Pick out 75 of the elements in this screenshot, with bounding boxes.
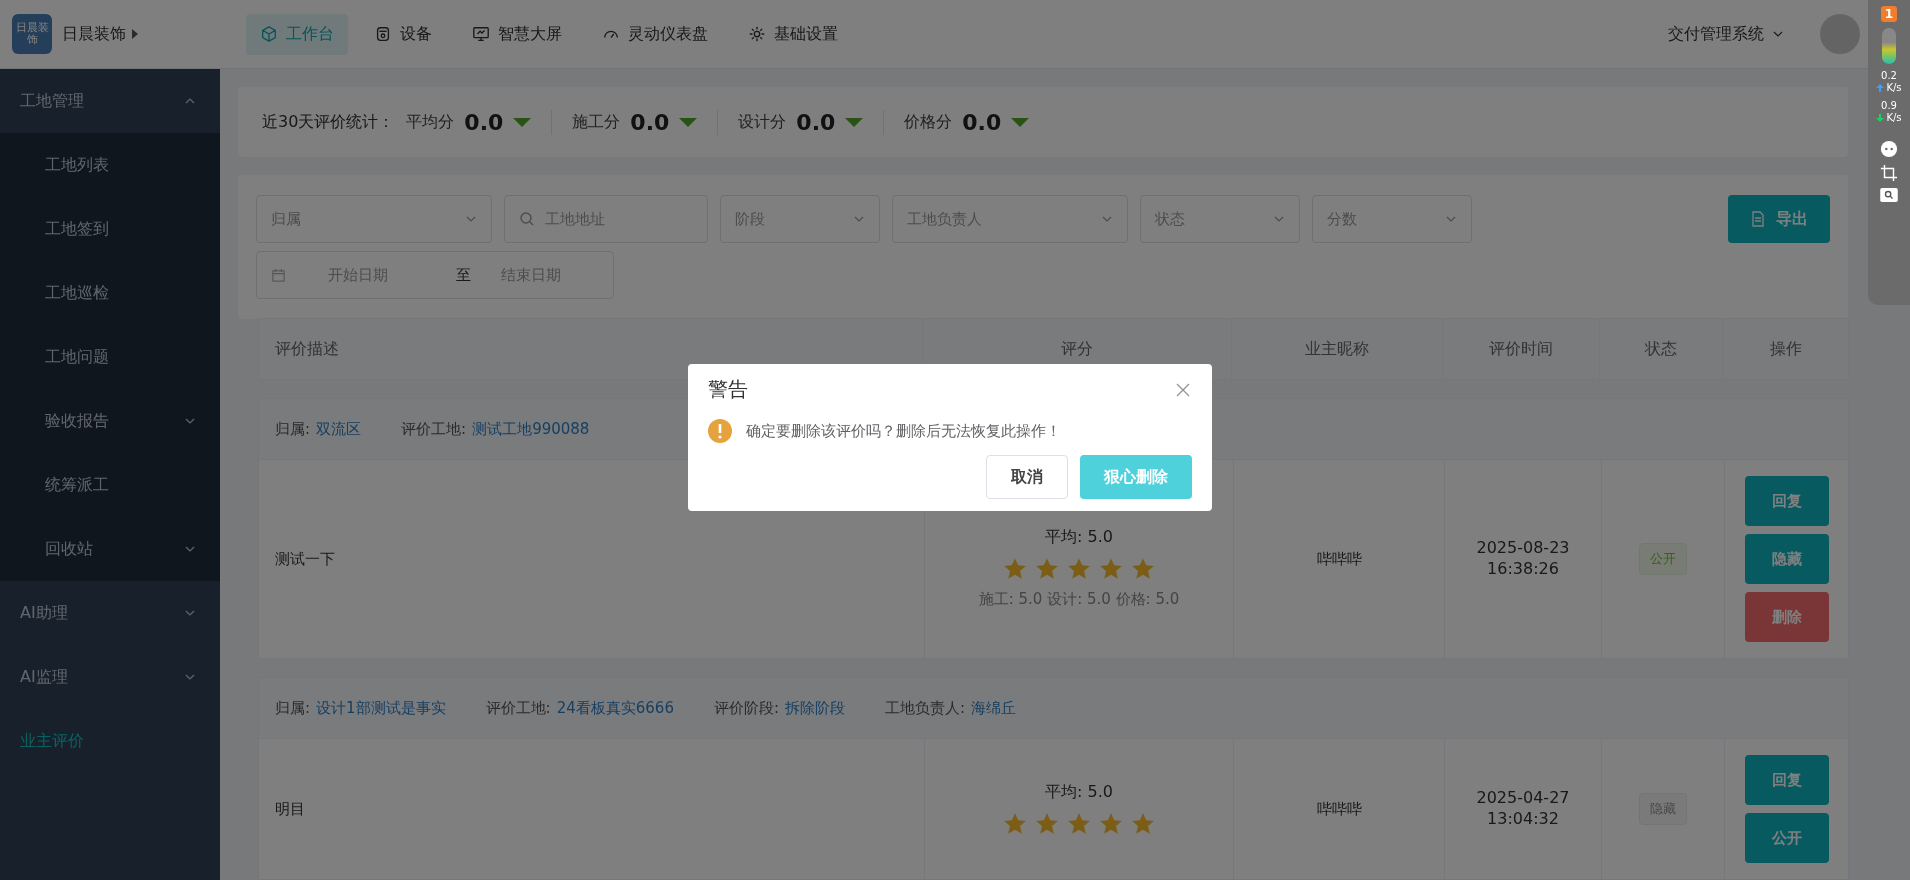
sidebar-subitem[interactable]: 统筹派工: [0, 453, 220, 517]
up-arrow-icon: [1876, 84, 1885, 92]
cube-icon: [260, 25, 278, 43]
confirm-delete-button[interactable]: 狠心删除: [1080, 455, 1192, 499]
status-tag: 公开: [1639, 543, 1687, 575]
description-cell: 测试一下: [275, 549, 335, 569]
search-icon: [519, 211, 535, 227]
crop-icon[interactable]: [1880, 164, 1898, 182]
average-score: 平均: 5.0: [1045, 781, 1113, 803]
nav-tab[interactable]: 工作台: [246, 13, 348, 55]
stat-label: 价格分: [904, 111, 953, 133]
stat-label: 施工分: [572, 111, 621, 133]
nickname-cell: 哔哔哔: [1316, 549, 1362, 569]
nav-tab[interactable]: 智慧大屏: [458, 13, 576, 55]
export-button[interactable]: 导出: [1728, 195, 1830, 243]
trend-icon: [1011, 117, 1030, 127]
dialog-message: 确定要删除该评价吗？删除后无法恢复此操作！: [746, 421, 1061, 441]
stat-label: 平均分: [406, 111, 455, 133]
stat-value: 0.0: [464, 109, 504, 135]
notification-badge: 1: [1881, 6, 1897, 22]
document-icon: [1750, 211, 1766, 227]
monitor-icon: [472, 25, 490, 43]
date-time-cell: 2025-04-27 13:04:32: [1476, 788, 1570, 830]
chat-icon[interactable]: [1880, 140, 1898, 158]
sidebar-item[interactable]: AI监理: [0, 645, 220, 709]
nav-tab[interactable]: 设备: [360, 13, 446, 55]
trend-icon: [845, 117, 864, 127]
cancel-button[interactable]: 取消: [986, 455, 1068, 499]
speed-unit: K/s: [1886, 112, 1902, 124]
meta-field: 归属: 设计1部测试是事实: [275, 698, 446, 718]
speed-unit: K/s: [1886, 82, 1902, 94]
sidebar-subitem[interactable]: 验收报告: [0, 389, 220, 453]
stat-label: 设计分: [738, 111, 787, 133]
brand-logo: 日晨装饰: [12, 14, 52, 54]
average-score: 平均: 5.0: [1045, 527, 1113, 548]
trend-icon: [513, 117, 532, 127]
sidebar-subitem[interactable]: 工地列表: [0, 133, 220, 197]
action-button[interactable]: 隐藏: [1744, 534, 1829, 584]
stat-value: 0.0: [796, 109, 836, 135]
nav-tab[interactable]: 基础设置: [734, 13, 852, 55]
sidebar-subitem[interactable]: 工地签到: [0, 197, 220, 261]
warning-icon: [708, 419, 732, 443]
download-speed: 0.9: [1881, 100, 1897, 112]
device-icon: [374, 25, 392, 43]
sidebar-subitem[interactable]: 回收站: [0, 517, 220, 581]
action-button[interactable]: 删除: [1744, 592, 1829, 642]
description-cell: 明目: [275, 799, 305, 819]
action-button[interactable]: 回复: [1744, 755, 1829, 805]
meta-field: 工地负责人: 海绵丘: [885, 698, 1017, 718]
sidebar-item[interactable]: AI助理: [0, 581, 220, 645]
sidebar-subitem[interactable]: 工地巡检: [0, 261, 220, 325]
trend-icon: [679, 117, 698, 127]
sidebar-item[interactable]: 业主评价: [0, 709, 220, 773]
meter-icon: [1882, 28, 1896, 64]
sidebar-item[interactable]: 工地管理: [0, 69, 220, 133]
calendar-icon: [271, 267, 286, 283]
action-button[interactable]: 回复: [1744, 476, 1829, 526]
date-time-cell: 2025-08-23 16:38:26: [1476, 538, 1570, 580]
action-button[interactable]: 公开: [1744, 813, 1829, 863]
system-dropdown[interactable]: 交付管理系统: [1662, 22, 1790, 46]
search-icon[interactable]: [1880, 188, 1898, 202]
gear-icon: [748, 25, 766, 43]
stats-title: 近30天评价统计：: [262, 111, 395, 133]
stat-value: 0.0: [630, 109, 670, 135]
upload-speed: 0.2: [1881, 70, 1897, 82]
stat-value: 0.0: [962, 109, 1002, 135]
down-arrow-icon: [1876, 114, 1885, 122]
company-menu[interactable]: 日晨装饰: [62, 23, 138, 45]
meta-field: 评价工地: 24看板真实6666: [485, 698, 674, 718]
sidebar-subitem[interactable]: 工地问题: [0, 325, 220, 389]
meta-field: 评价阶段: 拆除阶段: [713, 698, 845, 718]
nav-tab[interactable]: 灵动仪表盘: [588, 13, 722, 55]
meta-field: 评价工地: 测试工地990088: [401, 419, 590, 439]
meta-field: 归属: 双流区: [275, 419, 362, 439]
nickname-cell: 哔哔哔: [1316, 799, 1362, 819]
